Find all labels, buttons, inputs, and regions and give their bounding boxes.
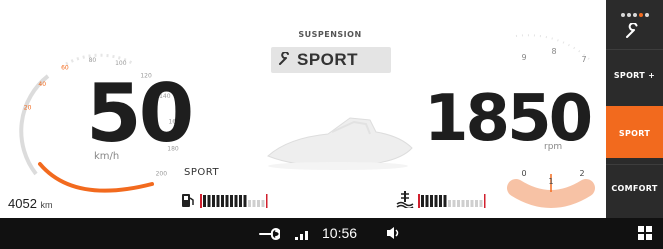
trim-icon bbox=[396, 191, 414, 208]
suspension-mode-value: SPORT bbox=[297, 50, 359, 69]
wrench-icon bbox=[279, 52, 289, 65]
speed-scale-label: 40 bbox=[38, 81, 46, 88]
bar-segment bbox=[212, 195, 215, 207]
bar-segment bbox=[457, 200, 460, 207]
rpm-scale: 9 8 7 bbox=[515, 34, 591, 64]
bar-segment bbox=[421, 195, 424, 207]
mode-button-sport[interactable]: SPORT bbox=[606, 106, 663, 158]
bar-segment bbox=[239, 195, 242, 207]
mode-button-comfort[interactable]: COMFORT bbox=[606, 164, 663, 215]
bar-segment bbox=[461, 200, 465, 207]
mode-button-sport-plus[interactable]: SPORT + bbox=[606, 49, 663, 100]
speed-scale-label: 20 bbox=[24, 104, 32, 111]
rpm-unit: rpm bbox=[544, 142, 563, 152]
speed-value: 50 bbox=[86, 67, 194, 160]
speed-arc-fill bbox=[38, 162, 154, 193]
bar-segment bbox=[443, 195, 447, 207]
bar-segment bbox=[252, 200, 256, 207]
bar-segment bbox=[452, 200, 456, 207]
bar-segment bbox=[221, 195, 224, 207]
mode-page-dots bbox=[606, 13, 663, 18]
trim-scale-labels: 0 1 2 bbox=[521, 169, 584, 186]
rpm-scale-labels: 9 8 7 bbox=[521, 47, 586, 64]
bar-segment bbox=[439, 195, 442, 207]
rpm-scale-label: 9 bbox=[521, 53, 526, 62]
trim-gauge: 0 1 2 bbox=[507, 169, 595, 208]
bar-segment bbox=[448, 200, 451, 207]
odometer-unit: km bbox=[40, 200, 53, 210]
speed-scale-label: 200 bbox=[156, 170, 168, 177]
bar-segment bbox=[216, 195, 220, 207]
bar-segment bbox=[466, 200, 469, 207]
suspension-title: SUSPENSION bbox=[298, 30, 362, 39]
bar-segment bbox=[207, 195, 211, 207]
wrench-icon[interactable] bbox=[624, 23, 640, 39]
bar-segment bbox=[261, 200, 265, 207]
bar-segment bbox=[479, 200, 483, 207]
bar-end-marker bbox=[484, 194, 486, 208]
rpm-scale-label: 8 bbox=[551, 47, 556, 56]
speed-scale-label: 80 bbox=[89, 57, 97, 64]
bar-segment bbox=[203, 195, 206, 207]
bar-segment bbox=[248, 200, 251, 207]
rpm-scale-label: 7 bbox=[581, 55, 586, 64]
trim-scale-label: 1 bbox=[548, 177, 553, 186]
trim-scale-label: 0 bbox=[521, 169, 526, 178]
bar-segment bbox=[225, 195, 229, 207]
bar-segment bbox=[470, 200, 474, 207]
speed-unit: km/h bbox=[94, 151, 120, 162]
bar-segment bbox=[243, 195, 247, 207]
drive-mode-label: SPORT bbox=[184, 167, 220, 178]
bar-segment bbox=[425, 195, 429, 207]
bar-reserve-marker bbox=[200, 194, 202, 208]
bar-reserve-marker bbox=[418, 194, 420, 208]
odometer-value: 4052 bbox=[8, 196, 37, 211]
bar-segment bbox=[475, 200, 478, 207]
wrench-icon[interactable] bbox=[258, 227, 280, 241]
volume-icon[interactable] bbox=[386, 226, 402, 240]
bar-segment bbox=[430, 195, 433, 207]
jetski-illustration bbox=[267, 117, 413, 170]
signal-icon bbox=[295, 231, 308, 240]
speed-scale-label: 60 bbox=[61, 65, 69, 72]
odometer: 4052 km bbox=[8, 196, 53, 211]
fuel-pump-icon bbox=[182, 194, 194, 207]
bar-segment bbox=[230, 195, 233, 207]
bar-segment bbox=[257, 200, 260, 207]
fuel-level-bar bbox=[200, 194, 268, 208]
speed-scale-label: 100 bbox=[115, 60, 127, 67]
trim-scale-label: 2 bbox=[579, 169, 584, 178]
clock: 10:56 bbox=[322, 225, 358, 241]
bar-segment bbox=[234, 195, 238, 207]
trim-level-bar bbox=[418, 194, 486, 208]
grid-icon[interactable] bbox=[638, 226, 652, 240]
bar-end-marker bbox=[266, 194, 268, 208]
bar-segment bbox=[434, 195, 438, 207]
